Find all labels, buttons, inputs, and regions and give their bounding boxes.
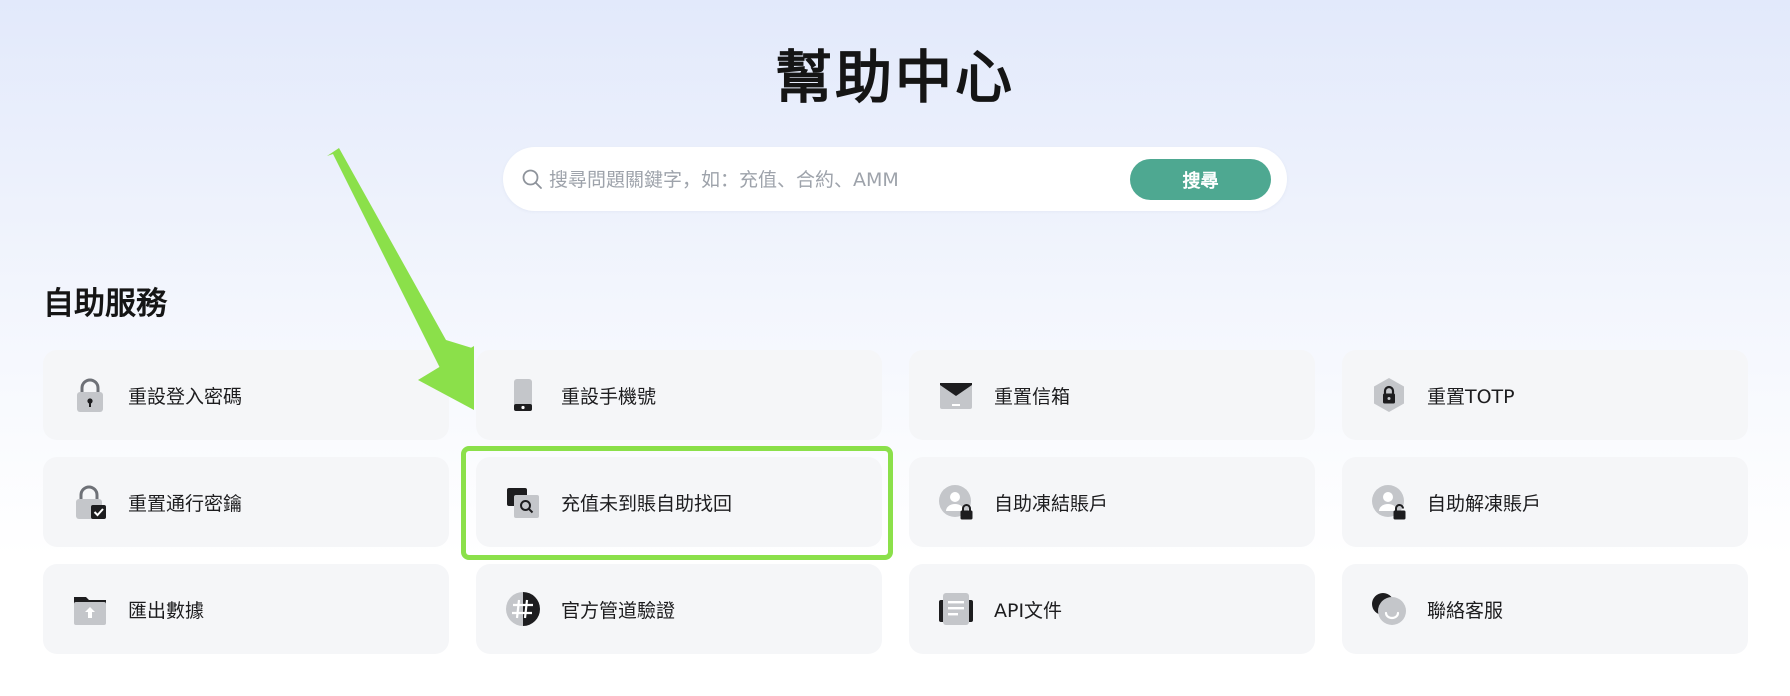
service-card-reset-phone[interactable]: 重設手機號 [476, 350, 882, 440]
service-card-verify-official-channel[interactable]: 官方管道驗證 [476, 564, 882, 654]
chat-bubble-icon [1372, 593, 1406, 625]
service-card-label: 充值未到賬自助找回 [561, 493, 733, 515]
service-card-label: 重置信箱 [994, 386, 1071, 408]
lock-keyhole-icon [77, 378, 103, 412]
service-card-label: 重設手機號 [561, 386, 657, 408]
service-card-label: 聯絡客服 [1427, 600, 1504, 622]
service-card-deposit-recovery[interactable]: 充值未到賬自助找回 [476, 457, 882, 547]
service-card-label: 重設登入密碼 [128, 386, 243, 408]
envelope-icon [940, 383, 972, 409]
phone-icon [514, 379, 532, 411]
user-lock-icon [939, 485, 973, 520]
service-card-contact-support[interactable]: 聯絡客服 [1342, 564, 1748, 654]
service-card-unfreeze-account[interactable]: 自助解凍賬戶 [1342, 457, 1748, 547]
hash-verify-icon [506, 592, 540, 626]
service-card-label: 自助解凍賬戶 [1427, 493, 1542, 515]
service-card-label: 重置通行密鑰 [128, 493, 243, 515]
hexagon-lock-icon [1374, 378, 1404, 412]
service-card-label: 自助凍結賬戶 [994, 493, 1109, 515]
service-card-label: API文件 [994, 600, 1063, 622]
service-card-export-data[interactable]: 匯出數據 [43, 564, 449, 654]
service-card-label: 重置TOTP [1427, 386, 1515, 408]
service-card-freeze-account[interactable]: 自助凍結賬戶 [909, 457, 1315, 547]
folder-upload-icon [74, 597, 106, 625]
service-card-reset-passkey[interactable]: 重置通行密鑰 [43, 457, 449, 547]
service-card-reset-login-password[interactable]: 重設登入密碼 [43, 350, 449, 440]
service-card-reset-email[interactable]: 重置信箱 [909, 350, 1315, 440]
self-service-grid: 重設登入密碼 重設手機號 重置信箱 重置TOTP 重置通行密鑰 充值未到賬自助找… [0, 0, 1790, 696]
deposit-search-icon [507, 488, 539, 518]
lock-check-icon [76, 485, 106, 519]
service-card-label: 匯出數據 [128, 600, 205, 622]
service-card-label: 官方管道驗證 [561, 600, 676, 622]
service-card-api-docs[interactable]: API文件 [909, 564, 1315, 654]
user-unlock-icon [1372, 485, 1406, 520]
service-card-reset-totp[interactable]: 重置TOTP [1342, 350, 1748, 440]
document-icon [939, 593, 973, 625]
